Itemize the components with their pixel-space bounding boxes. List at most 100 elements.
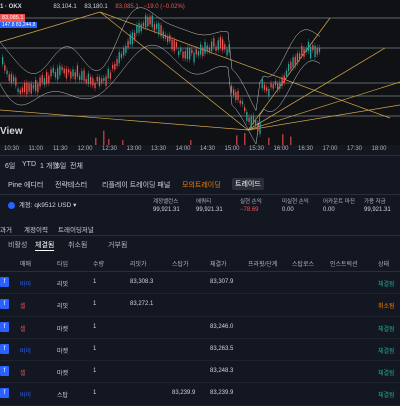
panel-tab[interactable]: Pine 에디터 — [8, 180, 43, 190]
candle-body — [6, 70, 8, 75]
column-header[interactable]: 타입 — [57, 259, 68, 268]
column-header[interactable]: 체결가 — [210, 259, 227, 268]
chart-canvas[interactable] — [0, 0, 400, 145]
candle-body — [277, 83, 279, 91]
candle-body — [261, 79, 263, 89]
candle-body — [76, 65, 79, 77]
candle-body — [303, 49, 305, 57]
time-tick-label: 13:30 — [151, 146, 167, 152]
order-filter-tab[interactable]: 취소됨 — [68, 240, 87, 250]
column-header[interactable]: 인스트럭션 — [330, 259, 358, 268]
orders-table-body: f 바이 리밋 1 83,308.3 83,307.9 체결됨 f 셀 리밋 1 83,272.1 취소… — [0, 272, 400, 406]
account-metric: 계정밸런스 99,921.31 — [153, 197, 180, 213]
panel-tab[interactable]: 리플레이 트레이딩 패널 — [102, 180, 170, 190]
time-tick-label: 15:30 — [249, 146, 265, 152]
price-change: −19.0 (−0.02%) — [143, 4, 185, 10]
account-metric: 에쿼티 99,921.31 — [196, 197, 223, 213]
panel-tab[interactable]: 트레이드 — [232, 178, 264, 190]
order-filter-tab[interactable]: 체결됨 — [35, 240, 55, 251]
candle-body — [98, 77, 101, 86]
orders-table-header: 매매 타입 수량 리밋가 스탑가 체결가 프라핏/단계 스탑로스 인스트럭션 상태 — [0, 257, 400, 272]
candle-body — [96, 76, 98, 82]
column-header[interactable]: 프라핏/단계 — [248, 259, 277, 268]
account-metric: 미실현 손익 0.00 — [282, 197, 309, 213]
candle-body — [125, 45, 127, 54]
panel-tab[interactable]: 모의트레이딩 — [182, 180, 221, 190]
candle-body — [101, 78, 103, 83]
candle-body — [48, 75, 50, 83]
candle-body — [21, 87, 24, 93]
time-axis[interactable]: 10:30 11:00 11:30 12:00 12:30 13:00 13:30 14:00… — [0, 145, 400, 154]
qty-cell: 1 — [93, 368, 97, 375]
time-tick-label: 11:30 — [53, 146, 68, 152]
candle-body — [195, 49, 197, 55]
table-row[interactable]: f 셀 마켓 1 83,246.0 체결됨 — [0, 317, 400, 339]
candle-body — [120, 53, 123, 58]
table-row[interactable]: f 셀 리밋 1 83,272.1 취소됨 — [0, 294, 400, 317]
candle-body — [314, 45, 316, 58]
candle-body — [134, 32, 136, 40]
column-header[interactable]: 상태 — [378, 259, 389, 268]
limit-price-cell: 83,308.3 — [130, 279, 154, 285]
fill-price-cell: 83,248.3 — [210, 368, 234, 375]
table-row[interactable]: f 셀 마켓 1 83,248.3 체결됨 — [0, 361, 400, 384]
candle-body — [39, 77, 41, 87]
candle-body — [307, 41, 310, 52]
account-summary: 계정: qk9512 USD ▾ 계정밸런스 99,921.31 에쿼티 99,921… — [0, 195, 400, 223]
metric-label: 에쿼티 — [196, 199, 212, 205]
range-button[interactable]: 전체 — [70, 161, 83, 171]
column-header[interactable]: 리밋가 — [130, 259, 147, 268]
candle-body — [81, 71, 83, 81]
candle-body — [65, 68, 68, 79]
time-tick-label: 10:30 — [4, 146, 20, 152]
candle-body — [248, 117, 250, 122]
candle-body — [215, 46, 217, 51]
column-header[interactable]: 수량 — [93, 259, 104, 268]
table-row[interactable]: f 바이 스탑 1 83,239.9 83,239.9 체결됨 — [0, 383, 400, 406]
candle-body — [222, 39, 224, 51]
chart-header: 1 · OKX 83,104.1 83,180.1 83,085.1 −19.0… — [0, 4, 185, 10]
candle-body — [4, 65, 6, 71]
candle-body — [153, 24, 156, 31]
column-header[interactable]: 스탑가 — [172, 259, 189, 268]
candle-body — [167, 36, 169, 42]
ticker-icon: f — [0, 388, 9, 399]
volume-bar — [244, 133, 246, 145]
account-metric: 어카운트 마진 0.00 — [323, 197, 355, 213]
metric-label: 어카운트 마진 — [323, 199, 355, 205]
history-subtab[interactable]: 트레이딩저널 — [58, 224, 94, 234]
panel-tab[interactable]: 전략테스터 — [55, 180, 87, 190]
candle-body — [37, 83, 39, 93]
candle-body — [241, 101, 244, 105]
candle-body — [202, 47, 204, 56]
symbol-label[interactable]: 1 · OKX — [0, 4, 22, 10]
candle-body — [318, 47, 321, 53]
candle-body — [239, 100, 241, 104]
candle-body — [35, 79, 37, 91]
last-price-tag: 83,085.1 — [0, 14, 26, 22]
order-filter-tab[interactable]: 거부됨 — [108, 240, 127, 250]
history-subtab[interactable]: 과거 — [0, 224, 12, 234]
table-row[interactable]: f 바이 마켓 1 83,263.5 체결됨 — [0, 339, 400, 362]
table-row[interactable]: f 바이 리밋 1 83,308.3 83,307.9 체결됨 — [0, 272, 400, 295]
account-metric: 가용 자금 99,921.31 — [364, 197, 391, 213]
status-cell: 취소됨 — [378, 304, 395, 311]
time-tick-label: 16:30 — [298, 146, 314, 152]
history-subtab[interactable]: 계정이력 — [24, 224, 48, 234]
column-header[interactable]: 스탑로스 — [292, 259, 314, 268]
time-tick-label: 12:00 — [77, 146, 93, 152]
status-cell: 체결됨 — [378, 326, 395, 333]
price-chart[interactable]: 1 · OKX 83,104.1 83,180.1 83,085.1 −19.0… — [0, 0, 400, 145]
account-selector[interactable]: 계정: qk9512 USD ▾ — [8, 199, 76, 209]
fan-line — [247, 104, 400, 131]
account-selector-label: 계정: qk9512 USD — [18, 202, 72, 209]
time-tick-label: 16:00 — [273, 146, 289, 152]
range-button[interactable]: 5일 — [56, 161, 66, 171]
candle-body — [213, 38, 215, 47]
range-button[interactable]: 6일 — [5, 161, 15, 171]
candle-body — [8, 74, 10, 81]
order-filter-tab[interactable]: 비활성 — [8, 240, 27, 250]
range-button[interactable]: YTD — [22, 161, 36, 168]
column-header[interactable]: 매매 — [20, 259, 31, 268]
candle-body — [182, 51, 184, 58]
